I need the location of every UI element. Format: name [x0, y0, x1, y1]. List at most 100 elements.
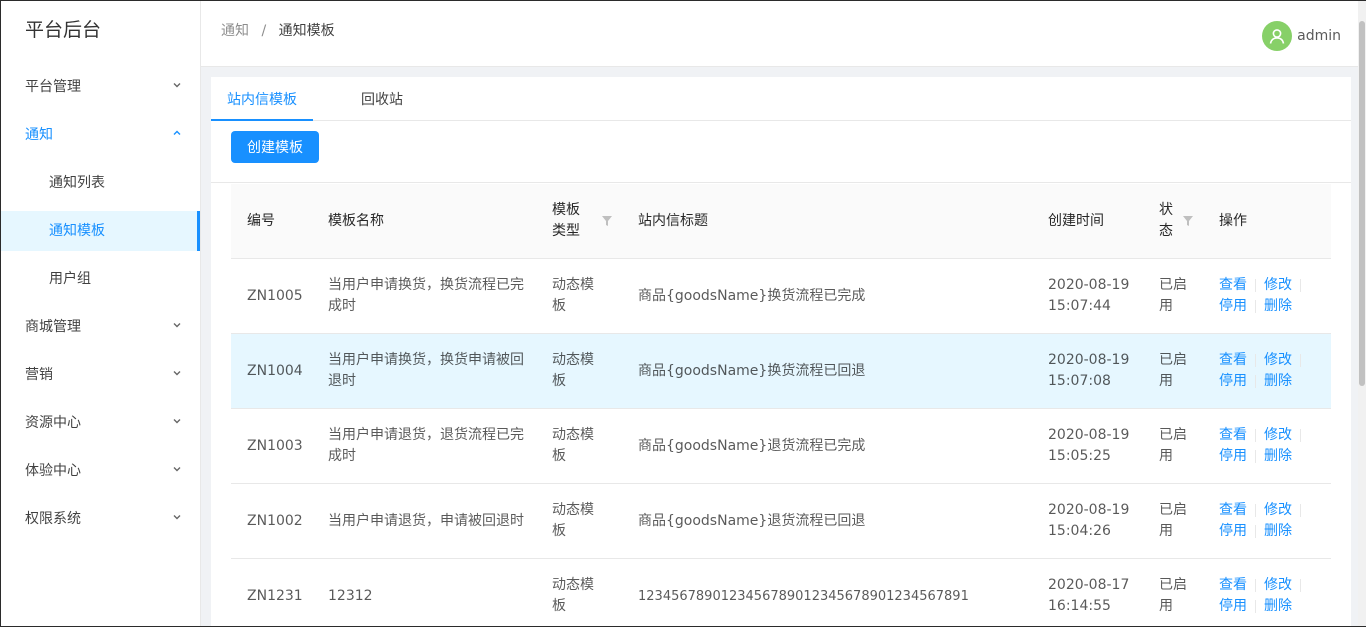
sidebar-item-experience[interactable]: 体验中心 — [1, 451, 200, 491]
delete-link[interactable]: 删除 — [1264, 371, 1292, 392]
cell-status: 已启用 — [1143, 425, 1203, 467]
cell-created-time: 16:14:55 — [1048, 598, 1111, 614]
chevron-down-icon — [172, 451, 182, 491]
sidebar: 平台后台 平台管理 通知 通知列表 通知模板 用户组 商城管理 营销 资源中心 … — [1, 1, 201, 626]
template-table: 编号 模板名称 模板类型 站内信标题 创建时间 状态 操作 ZN1005 当用户… — [231, 184, 1331, 626]
edit-link[interactable]: 修改 — [1264, 425, 1292, 446]
column-header-created: 创建时间 — [1048, 212, 1104, 229]
action-divider — [1300, 504, 1301, 517]
tab-bar: 站内信模板 回收站 — [211, 77, 1351, 121]
view-link[interactable]: 查看 — [1219, 350, 1247, 371]
action-divider — [1255, 504, 1256, 517]
breadcrumb-item-notification[interactable]: 通知 — [221, 23, 249, 39]
sidebar-item-mall[interactable]: 商城管理 — [1, 307, 200, 347]
action-divider — [1255, 279, 1256, 292]
cell-created: 2020-08-17 16:14:55 — [1032, 575, 1143, 617]
edit-link[interactable]: 修改 — [1264, 350, 1292, 371]
delete-link[interactable]: 删除 — [1264, 596, 1292, 617]
cell-created-date: 2020-08-19 — [1048, 277, 1130, 293]
sidebar-item-permissions[interactable]: 权限系统 — [1, 499, 200, 539]
cell-type: 动态模板 — [536, 275, 622, 317]
filter-icon[interactable] — [602, 215, 612, 227]
table-row: ZN1231 12312 动态模板 1234567890123456789012… — [231, 559, 1331, 626]
cell-type: 动态模板 — [536, 425, 622, 467]
cell-name: 当用户申请退货，退货流程已完成时 — [328, 427, 524, 464]
cell-actions: 查看 修改 停用 删除 — [1203, 275, 1331, 317]
delete-link[interactable]: 删除 — [1264, 521, 1292, 542]
action-divider — [1300, 354, 1301, 367]
cell-actions: 查看 修改 停用 删除 — [1203, 500, 1331, 542]
cell-type-text: 动态模板 — [552, 427, 594, 464]
column-header-status-label: 状态 — [1159, 202, 1173, 239]
edit-link[interactable]: 修改 — [1264, 575, 1292, 596]
username[interactable]: admin — [1297, 28, 1341, 44]
toolbar: 创建模板 — [211, 121, 1351, 183]
create-template-button[interactable]: 创建模板 — [231, 131, 319, 163]
chevron-down-icon — [172, 67, 182, 107]
action-divider — [1300, 579, 1301, 592]
edit-link[interactable]: 修改 — [1264, 275, 1292, 296]
page-scrollbar[interactable] — [1358, 1, 1366, 626]
user-icon — [1269, 29, 1285, 44]
user-menu[interactable]: admin — [1262, 21, 1341, 51]
sidebar-item-label: 通知 — [25, 127, 53, 143]
table-header-row: 编号 模板名称 模板类型 站内信标题 创建时间 状态 操作 — [231, 184, 1331, 259]
view-link[interactable]: 查看 — [1219, 500, 1247, 521]
sidebar-item-notification-list[interactable]: 通知列表 — [1, 163, 200, 203]
sidebar-item-resources[interactable]: 资源中心 — [1, 403, 200, 443]
disable-link[interactable]: 停用 — [1219, 296, 1247, 317]
action-divider — [1255, 429, 1256, 442]
sidebar-item-notification[interactable]: 通知 — [1, 115, 200, 155]
cell-created-time: 15:05:25 — [1048, 448, 1111, 464]
sidebar-item-notification-template[interactable]: 通知模板 — [1, 211, 200, 251]
view-link[interactable]: 查看 — [1219, 575, 1247, 596]
sidebar-item-user-group[interactable]: 用户组 — [1, 259, 200, 299]
cell-status-text: 已启用 — [1159, 352, 1187, 389]
cell-name: 12312 — [328, 587, 373, 604]
cell-status-text: 已启用 — [1159, 427, 1187, 464]
chevron-up-icon — [172, 115, 182, 155]
content-card: 站内信模板 回收站 创建模板 编号 模板名称 模板类型 站内信标题 创建时间 状… — [211, 77, 1351, 626]
action-divider — [1300, 279, 1301, 292]
column-header-name: 模板名称 — [328, 212, 384, 229]
sidebar-item-marketing[interactable]: 营销 — [1, 355, 200, 395]
cell-status-text: 已启用 — [1159, 277, 1187, 314]
disable-link[interactable]: 停用 — [1219, 371, 1247, 392]
action-divider — [1255, 579, 1256, 592]
cell-created-date: 2020-08-19 — [1048, 502, 1130, 518]
chevron-down-icon — [172, 499, 182, 539]
avatar[interactable] — [1262, 21, 1293, 51]
table-row: ZN1003 当用户申请退货，退货流程已完成时 动态模板 商品{goodsNam… — [231, 409, 1331, 484]
disable-link[interactable]: 停用 — [1219, 596, 1247, 617]
cell-type: 动态模板 — [536, 575, 622, 617]
cell-created-time: 15:07:08 — [1048, 373, 1111, 389]
disable-link[interactable]: 停用 — [1219, 521, 1247, 542]
cell-title: 商品{goodsName}退货流程已完成 — [638, 437, 866, 454]
sidebar-item-label: 平台管理 — [25, 79, 81, 95]
chevron-down-icon — [172, 355, 182, 395]
cell-type: 动态模板 — [536, 500, 622, 542]
cell-status: 已启用 — [1143, 275, 1203, 317]
cell-type-text: 动态模板 — [552, 577, 594, 614]
sidebar-item-platform[interactable]: 平台管理 — [1, 67, 200, 107]
cell-name: 当用户申请退货，申请被回退时 — [328, 512, 524, 529]
view-link[interactable]: 查看 — [1219, 275, 1247, 296]
cell-id: ZN1003 — [247, 437, 303, 454]
edit-link[interactable]: 修改 — [1264, 500, 1292, 521]
tab-inbox-template[interactable]: 站内信模板 — [227, 77, 297, 121]
view-link[interactable]: 查看 — [1219, 425, 1247, 446]
cell-title: 1234567890123456789012345678901234567891 — [638, 588, 969, 604]
breadcrumb: 通知 / 通知模板 — [221, 20, 335, 40]
delete-link[interactable]: 删除 — [1264, 296, 1292, 317]
cell-status-text: 已启用 — [1159, 577, 1187, 614]
cell-created: 2020-08-19 15:07:08 — [1032, 350, 1143, 392]
delete-link[interactable]: 删除 — [1264, 446, 1292, 467]
scrollbar-thumb[interactable] — [1359, 21, 1365, 386]
column-header-id: 编号 — [247, 212, 275, 229]
sidebar-item-label: 权限系统 — [25, 511, 81, 527]
sidebar-item-label: 商城管理 — [25, 319, 81, 335]
tab-recycle-bin[interactable]: 回收站 — [361, 77, 403, 121]
app-logo: 平台后台 — [25, 19, 102, 41]
disable-link[interactable]: 停用 — [1219, 446, 1247, 467]
filter-icon[interactable] — [1183, 215, 1193, 227]
